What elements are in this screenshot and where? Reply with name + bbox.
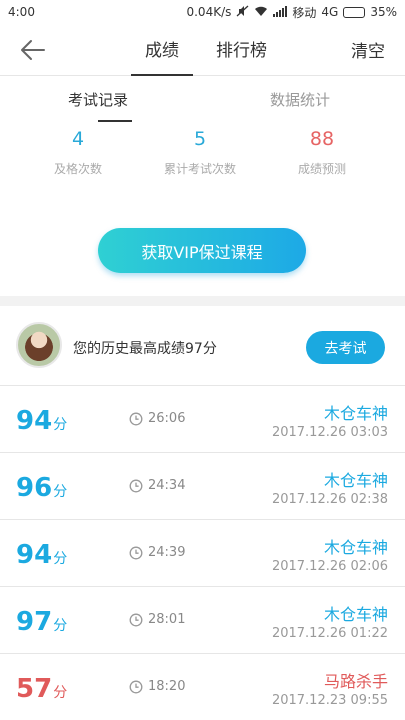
score-number: 97 bbox=[16, 607, 53, 637]
clock-icon bbox=[129, 412, 143, 425]
record-user-name: 木仓车神 bbox=[323, 605, 388, 624]
record-user-name: 木仓车神 bbox=[323, 404, 388, 423]
record-score: 94分 bbox=[16, 540, 67, 570]
score-unit: 分 bbox=[53, 551, 68, 567]
record-score: 57分 bbox=[16, 674, 67, 704]
vip-course-button[interactable]: 获取VIP保过课程 bbox=[98, 228, 306, 273]
record-user-name: 马路杀手 bbox=[323, 672, 388, 691]
record-user-name: 木仓车神 bbox=[323, 471, 388, 490]
tab-data-stats[interactable]: 数据统计 bbox=[270, 89, 330, 110]
network-speed: 0.04K/s bbox=[186, 5, 232, 19]
record-timestamp: 2017.12.26 02:38 bbox=[271, 492, 388, 507]
score-unit: 分 bbox=[53, 685, 68, 701]
best-score-text: 您的历史最高成绩97分 bbox=[73, 341, 217, 357]
table-row[interactable]: 57分 18:20 马路杀手 2017.12.23 09:55 bbox=[0, 654, 405, 720]
tab-exam-records[interactable]: 考试记录 bbox=[68, 89, 133, 122]
avatar[interactable] bbox=[16, 322, 62, 368]
nav-bar: 成绩 排行榜 清空 bbox=[0, 24, 405, 76]
clock-icon bbox=[129, 479, 143, 492]
score-unit: 分 bbox=[53, 417, 68, 433]
score-number: 96 bbox=[16, 473, 53, 503]
stat-value: 5 bbox=[193, 128, 207, 150]
score-number: 57 bbox=[16, 674, 53, 704]
duration-text: 18:20 bbox=[148, 679, 186, 694]
record-duration: 28:01 bbox=[129, 612, 185, 627]
go-exam-button[interactable]: 去考试 bbox=[306, 331, 385, 364]
duration-text: 24:34 bbox=[148, 478, 186, 493]
battery-icon bbox=[343, 6, 366, 18]
stat-pass-count: 4 及格次数 bbox=[18, 128, 138, 177]
table-row[interactable]: 94分 26:06 木仓车神 2017.12.26 03:03 bbox=[0, 386, 405, 453]
duration-text: 24:39 bbox=[148, 545, 186, 560]
clock-icon bbox=[129, 546, 143, 559]
stat-label: 成绩预测 bbox=[297, 162, 346, 176]
score-unit: 分 bbox=[53, 484, 68, 500]
clock-icon bbox=[129, 613, 143, 626]
record-duration: 18:20 bbox=[129, 679, 185, 694]
status-bar: 4:00 0.04K/s 移动 4G 35% bbox=[0, 0, 405, 24]
best-score-row: 您的历史最高成绩97分 去考试 bbox=[0, 306, 405, 386]
stat-label: 及格次数 bbox=[53, 162, 102, 176]
duration-text: 26:06 bbox=[148, 411, 186, 426]
signal-icon bbox=[273, 5, 288, 19]
section-divider bbox=[0, 296, 405, 306]
record-duration: 24:39 bbox=[129, 545, 185, 560]
record-timestamp: 2017.12.26 01:22 bbox=[271, 626, 388, 641]
table-row[interactable]: 94分 24:39 木仓车神 2017.12.26 02:06 bbox=[0, 520, 405, 587]
record-timestamp: 2017.12.23 09:55 bbox=[271, 693, 388, 708]
score-unit: 分 bbox=[53, 618, 68, 634]
tab-ranking[interactable]: 排行榜 bbox=[216, 36, 267, 76]
stat-value: 88 bbox=[309, 128, 335, 150]
back-button[interactable] bbox=[16, 34, 48, 66]
status-time: 4:00 bbox=[8, 5, 35, 19]
score-number: 94 bbox=[16, 406, 53, 436]
mute-icon bbox=[236, 5, 249, 19]
table-row[interactable]: 97分 28:01 木仓车神 2017.12.26 01:22 bbox=[0, 587, 405, 654]
duration-text: 28:01 bbox=[148, 612, 186, 627]
clear-button[interactable]: 清空 bbox=[351, 37, 385, 62]
record-user-name: 木仓车神 bbox=[323, 538, 388, 557]
record-score: 94分 bbox=[16, 406, 67, 436]
status-indicators: 0.04K/s 移动 4G 35% bbox=[186, 4, 397, 21]
network-type: 4G bbox=[321, 5, 339, 19]
record-timestamp: 2017.12.26 03:03 bbox=[271, 425, 388, 440]
clock-icon bbox=[129, 680, 143, 693]
tab-score[interactable]: 成绩 bbox=[131, 36, 193, 76]
table-row[interactable]: 96分 24:34 木仓车神 2017.12.26 02:38 bbox=[0, 453, 405, 520]
stat-label: 累计考试次数 bbox=[163, 162, 236, 176]
record-score: 96分 bbox=[16, 473, 67, 503]
sub-tabs: 考试记录 数据统计 bbox=[0, 77, 405, 122]
score-number: 94 bbox=[16, 540, 53, 570]
record-timestamp: 2017.12.26 02:06 bbox=[271, 559, 388, 574]
record-score: 97分 bbox=[16, 607, 67, 637]
stat-total-exams: 5 累计考试次数 bbox=[140, 128, 260, 177]
record-duration: 26:06 bbox=[129, 411, 185, 426]
exam-record-list: 94分 26:06 木仓车神 2017.12.26 03:03 96分 24:34 木仓车神… bbox=[0, 386, 405, 720]
carrier-label: 移动 bbox=[292, 5, 317, 20]
stat-score-prediction: 88 成绩预测 bbox=[262, 128, 382, 177]
wifi-icon bbox=[254, 6, 268, 19]
stats-summary: 4 及格次数 5 累计考试次数 88 成绩预测 bbox=[0, 128, 405, 188]
back-arrow-icon bbox=[21, 40, 45, 60]
record-duration: 24:34 bbox=[129, 478, 185, 493]
battery-percent: 35% bbox=[370, 5, 397, 19]
stat-value: 4 bbox=[71, 128, 85, 150]
